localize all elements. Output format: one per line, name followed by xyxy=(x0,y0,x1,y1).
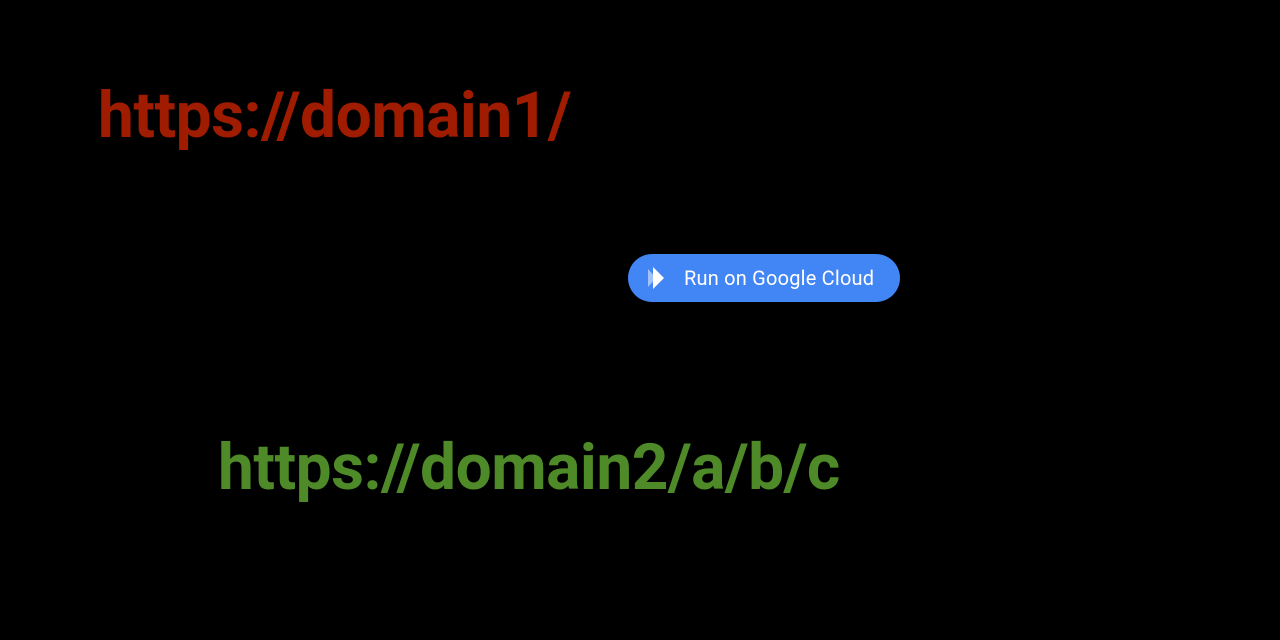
url-secondary-text: https://domain2/a/b/c xyxy=(218,430,840,505)
cloud-run-icon xyxy=(646,265,674,291)
run-on-google-cloud-button[interactable]: Run on Google Cloud xyxy=(628,254,900,302)
url-primary-text: https://domain1/ xyxy=(98,78,571,153)
run-button-label: Run on Google Cloud xyxy=(684,266,874,290)
